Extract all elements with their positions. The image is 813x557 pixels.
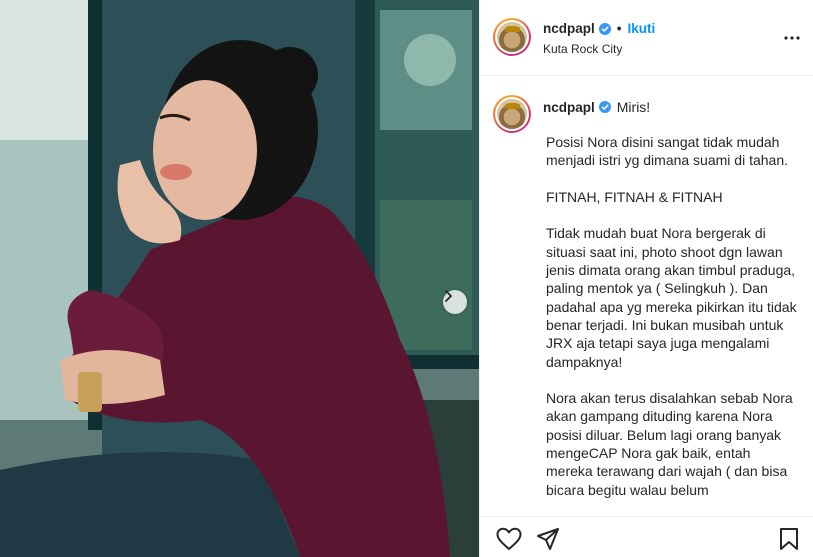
location-link[interactable]: Kuta Rock City — [543, 42, 622, 56]
paper-plane-icon — [537, 528, 559, 550]
more-options-button[interactable] — [784, 27, 800, 45]
username-link[interactable]: ncdpapl — [543, 21, 595, 36]
like-button[interactable] — [496, 527, 522, 556]
more-options-icon — [784, 36, 800, 40]
post-caption: ncdpapl Miris! Posisi Nora disini sangat… — [480, 76, 813, 516]
post-actions-bar — [480, 516, 813, 557]
post-header: ncdpapl • Ikuti Kuta Rock City — [480, 0, 813, 76]
post-side-panel: ncdpapl • Ikuti Kuta Rock City ncdpapl M… — [479, 0, 813, 557]
avatar[interactable] — [493, 18, 531, 56]
heart-icon — [496, 527, 522, 550]
chevron-right-icon — [445, 290, 452, 302]
photo-illustration — [0, 0, 479, 557]
follow-button[interactable]: Ikuti — [628, 21, 656, 36]
verified-badge-icon — [598, 22, 611, 35]
caption-username-link[interactable]: ncdpapl — [543, 100, 595, 115]
post-photo[interactable] — [0, 0, 479, 557]
separator-dot: • — [616, 21, 622, 36]
share-button[interactable] — [536, 527, 560, 556]
avatar[interactable] — [493, 95, 531, 133]
bookmark-icon — [780, 528, 798, 550]
caption-text: Posisi Nora disini sangat tidak mudah me… — [546, 134, 797, 498]
caption-first-line: Miris! — [616, 99, 651, 115]
next-photo-button[interactable] — [443, 290, 467, 314]
save-button[interactable] — [778, 527, 800, 556]
verified-badge-icon — [598, 101, 611, 113]
